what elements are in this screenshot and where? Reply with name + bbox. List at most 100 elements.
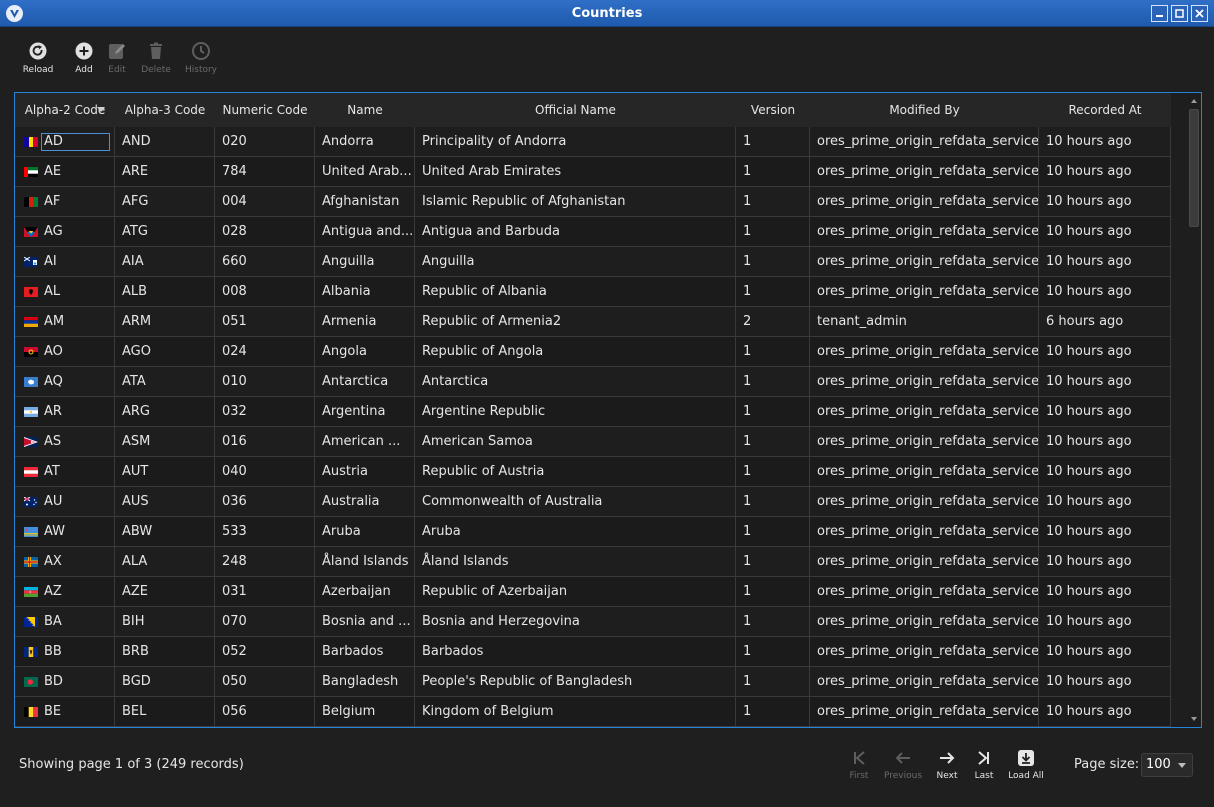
- cell-alpha3[interactable]: AFG: [115, 187, 215, 217]
- cell-recorded-at[interactable]: 10 hours ago: [1039, 607, 1171, 637]
- maximize-button[interactable]: [1171, 5, 1188, 22]
- cell-official-name[interactable]: American Samoa: [415, 427, 736, 457]
- cell-name[interactable]: Australia: [315, 487, 415, 517]
- cell-recorded-at[interactable]: 10 hours ago: [1039, 457, 1171, 487]
- cell-official-name[interactable]: United Arab Emirates: [415, 157, 736, 187]
- cell-recorded-at[interactable]: 10 hours ago: [1039, 247, 1171, 277]
- cell-alpha2[interactable]: AI: [15, 247, 115, 277]
- cell-version[interactable]: 1: [736, 397, 810, 427]
- table-row[interactable]: AM ARM 051 Armenia Republic of Armenia2 2 tena…: [15, 307, 1171, 337]
- cell-recorded-at[interactable]: 10 hours ago: [1039, 427, 1171, 457]
- cell-modified-by[interactable]: ores_prime_origin_refdata_service: [810, 277, 1039, 307]
- cell-alpha3[interactable]: AUS: [115, 487, 215, 517]
- cell-alpha3[interactable]: BRB: [115, 637, 215, 667]
- cell-recorded-at[interactable]: 10 hours ago: [1039, 697, 1171, 727]
- column-header-name[interactable]: Name: [315, 93, 415, 127]
- cell-recorded-at[interactable]: 10 hours ago: [1039, 487, 1171, 517]
- scroll-up-icon[interactable]: [1189, 96, 1199, 106]
- cell-official-name[interactable]: Islamic Republic of Afghanistan: [415, 187, 736, 217]
- cell-numeric[interactable]: 052: [215, 637, 315, 667]
- cell-name[interactable]: Azerbaijan: [315, 577, 415, 607]
- cell-recorded-at[interactable]: 6 hours ago: [1039, 307, 1171, 337]
- cell-alpha3[interactable]: ALA: [115, 547, 215, 577]
- scrollbar-thumb[interactable]: [1189, 109, 1199, 227]
- cell-version[interactable]: 1: [736, 607, 810, 637]
- cell-modified-by[interactable]: ores_prime_origin_refdata_service: [810, 427, 1039, 457]
- cell-official-name[interactable]: Argentine Republic: [415, 397, 736, 427]
- cell-modified-by[interactable]: ores_prime_origin_refdata_service: [810, 577, 1039, 607]
- cell-modified-by[interactable]: ores_prime_origin_refdata_service: [810, 547, 1039, 577]
- cell-numeric[interactable]: 020: [215, 127, 315, 157]
- cell-numeric[interactable]: 051: [215, 307, 315, 337]
- cell-version[interactable]: 1: [736, 517, 810, 547]
- cell-numeric[interactable]: 010: [215, 367, 315, 397]
- cell-official-name[interactable]: Antarctica: [415, 367, 736, 397]
- cell-alpha3[interactable]: ARM: [115, 307, 215, 337]
- cell-modified-by[interactable]: ores_prime_origin_refdata_service: [810, 187, 1039, 217]
- cell-recorded-at[interactable]: 10 hours ago: [1039, 217, 1171, 247]
- cell-recorded-at[interactable]: 10 hours ago: [1039, 337, 1171, 367]
- vertical-scrollbar[interactable]: [1187, 93, 1201, 727]
- cell-name[interactable]: Åland Islands: [315, 547, 415, 577]
- cell-numeric[interactable]: 004: [215, 187, 315, 217]
- cell-modified-by[interactable]: ores_prime_origin_refdata_service: [810, 637, 1039, 667]
- cell-modified-by[interactable]: ores_prime_origin_refdata_service: [810, 397, 1039, 427]
- cell-alpha2[interactable]: AX: [15, 547, 115, 577]
- cell-alpha3[interactable]: ATG: [115, 217, 215, 247]
- cell-name[interactable]: Antigua and...: [315, 217, 415, 247]
- cell-official-name[interactable]: Bosnia and Herzegovina: [415, 607, 736, 637]
- cell-alpha2[interactable]: AZ: [15, 577, 115, 607]
- cell-numeric[interactable]: 016: [215, 427, 315, 457]
- cell-name[interactable]: American ...: [315, 427, 415, 457]
- cell-recorded-at[interactable]: 10 hours ago: [1039, 667, 1171, 697]
- cell-official-name[interactable]: Anguilla: [415, 247, 736, 277]
- table-row[interactable]: BA BIH 070 Bosnia and ... Bosnia and Herzego…: [15, 607, 1171, 637]
- cell-official-name[interactable]: Republic of Angola: [415, 337, 736, 367]
- cell-version[interactable]: 1: [736, 187, 810, 217]
- cell-official-name[interactable]: Barbados: [415, 637, 736, 667]
- cell-alpha2[interactable]: BB: [15, 637, 115, 667]
- minimize-button[interactable]: [1151, 5, 1168, 22]
- cell-recorded-at[interactable]: 10 hours ago: [1039, 157, 1171, 187]
- cell-alpha2[interactable]: AD: [15, 127, 115, 157]
- cell-alpha3[interactable]: ARG: [115, 397, 215, 427]
- cell-version[interactable]: 1: [736, 697, 810, 727]
- cell-name[interactable]: Angola: [315, 337, 415, 367]
- cell-name[interactable]: Albania: [315, 277, 415, 307]
- table-row[interactable]: BB BRB 052 Barbados Barbados 1 ores_prime_orig…: [15, 637, 1171, 667]
- cell-alpha2[interactable]: AU: [15, 487, 115, 517]
- cell-alpha2[interactable]: AW: [15, 517, 115, 547]
- cell-recorded-at[interactable]: 10 hours ago: [1039, 517, 1171, 547]
- cell-recorded-at[interactable]: 10 hours ago: [1039, 277, 1171, 307]
- cell-alpha3[interactable]: ALB: [115, 277, 215, 307]
- cell-name[interactable]: Antarctica: [315, 367, 415, 397]
- cell-name[interactable]: Armenia: [315, 307, 415, 337]
- column-header-modified-by[interactable]: Modified By: [810, 93, 1039, 127]
- cell-numeric[interactable]: 036: [215, 487, 315, 517]
- cell-version[interactable]: 1: [736, 157, 810, 187]
- cell-name[interactable]: Barbados: [315, 637, 415, 667]
- cell-name[interactable]: Belgium: [315, 697, 415, 727]
- cell-official-name[interactable]: Republic of Armenia2: [415, 307, 736, 337]
- cell-recorded-at[interactable]: 10 hours ago: [1039, 547, 1171, 577]
- cell-version[interactable]: 1: [736, 337, 810, 367]
- page-size-select[interactable]: 100: [1141, 753, 1193, 777]
- cell-alpha3[interactable]: AND: [115, 127, 215, 157]
- cell-modified-by[interactable]: ores_prime_origin_refdata_service: [810, 517, 1039, 547]
- cell-numeric[interactable]: 024: [215, 337, 315, 367]
- cell-alpha2[interactable]: AG: [15, 217, 115, 247]
- cell-name[interactable]: Bangladesh: [315, 667, 415, 697]
- cell-version[interactable]: 1: [736, 487, 810, 517]
- cell-alpha2[interactable]: AS: [15, 427, 115, 457]
- cell-alpha3[interactable]: ATA: [115, 367, 215, 397]
- table-row[interactable]: AT AUT 040 Austria Republic of Austria 1 ores_…: [15, 457, 1171, 487]
- cell-version[interactable]: 1: [736, 247, 810, 277]
- cell-modified-by[interactable]: ores_prime_origin_refdata_service: [810, 667, 1039, 697]
- cell-official-name[interactable]: Kingdom of Belgium: [415, 697, 736, 727]
- table-row[interactable]: AL ALB 008 Albania Republic of Albania 1 ores_…: [15, 277, 1171, 307]
- table-row[interactable]: AW ABW 533 Aruba Aruba 1 ores_prime_origin_ref…: [15, 517, 1171, 547]
- cell-alpha2[interactable]: AF: [15, 187, 115, 217]
- table-row[interactable]: AF AFG 004 Afghanistan Islamic Republic of A…: [15, 187, 1171, 217]
- cell-official-name[interactable]: Antigua and Barbuda: [415, 217, 736, 247]
- cell-alpha2[interactable]: BD: [15, 667, 115, 697]
